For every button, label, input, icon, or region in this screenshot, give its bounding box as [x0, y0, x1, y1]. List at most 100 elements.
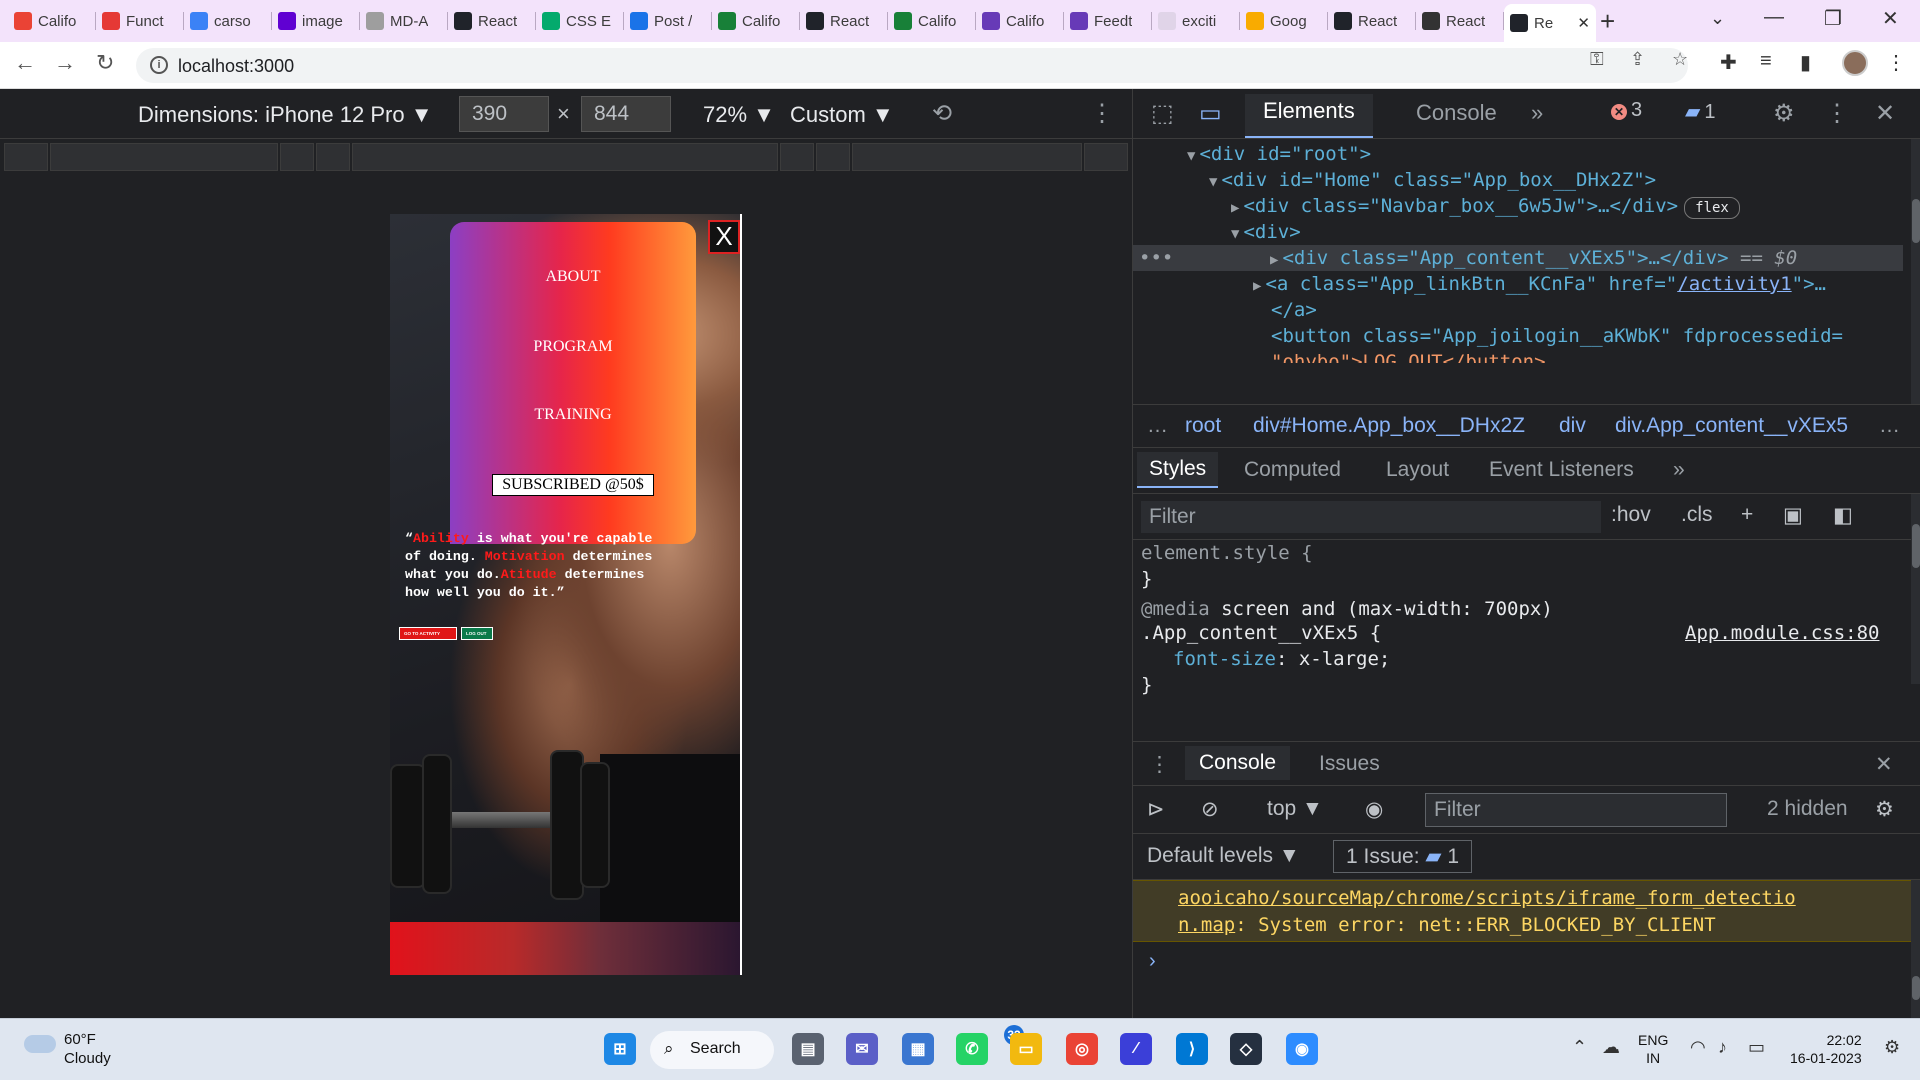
browser-tab[interactable]: Post / — [624, 4, 712, 38]
menu-item-training[interactable]: TRAINING — [450, 406, 696, 424]
bookmark-star-icon[interactable]: ☆ — [1672, 49, 1688, 70]
context-select[interactable]: top ▼ — [1267, 797, 1323, 821]
rule-selector[interactable]: .App_content__vXEx5 { — [1141, 622, 1381, 644]
device-more-icon[interactable]: ⋮ — [1090, 99, 1114, 128]
throttling-select[interactable]: Custom ▼ — [790, 102, 894, 128]
styles-scrollbar[interactable] — [1911, 494, 1920, 684]
scroll-thumb[interactable] — [1912, 976, 1920, 1000]
media-query-segment[interactable] — [50, 143, 278, 171]
media-query-segment[interactable] — [352, 143, 778, 171]
hover-state-toggle[interactable]: :hov — [1611, 503, 1651, 527]
paint-brush-icon[interactable]: ▣ — [1783, 503, 1803, 528]
browser-tab[interactable]: MD-A — [360, 4, 448, 38]
forward-arrow-icon[interactable]: → — [54, 50, 76, 76]
browser-tab[interactable]: React — [1328, 4, 1416, 38]
whatsapp-icon[interactable]: ✆ — [956, 1033, 988, 1065]
media-query-segment[interactable] — [816, 143, 850, 171]
dom-node-link[interactable]: ▶ <a class="App_linkBtn__KCnFa" href="/ac… — [1253, 271, 1826, 297]
key-icon[interactable]: ⚿ — [1590, 49, 1604, 70]
system-clock[interactable]: 22:02 16-01-2023 — [1790, 1031, 1862, 1067]
dom-node-div[interactable]: ▼ <div> — [1231, 219, 1301, 245]
file-explorer-icon[interactable]: ▭ — [1010, 1033, 1042, 1065]
expand-triangle-icon[interactable]: ▼ — [1187, 148, 1195, 164]
node-actions-icon[interactable]: ••• — [1139, 245, 1173, 271]
breadcrumb-item[interactable]: div — [1559, 414, 1586, 438]
live-expression-eye-icon[interactable]: ◉ — [1365, 797, 1383, 822]
css-property[interactable]: font-size — [1173, 648, 1276, 670]
collapse-triangle-icon[interactable]: ▶ — [1270, 252, 1278, 268]
css-declaration[interactable]: font-size: x-large; — [1173, 648, 1390, 670]
menu-close-button[interactable]: X — [708, 220, 740, 254]
tab-event-listeners[interactable]: Event Listeners — [1489, 458, 1634, 482]
tab-styles[interactable]: Styles — [1137, 452, 1219, 488]
browser-tab[interactable]: CSS E — [536, 4, 624, 38]
onedrive-cloud-icon[interactable]: ☁ — [1602, 1037, 1620, 1058]
browser-tab[interactable]: exciti — [1152, 4, 1240, 38]
dom-scrollbar[interactable] — [1911, 139, 1920, 404]
console-prompt[interactable]: › — [1149, 950, 1156, 973]
task-view-icon[interactable]: ▤ — [792, 1033, 824, 1065]
breadcrumb-item[interactable]: root — [1185, 414, 1221, 438]
styles-filter-input[interactable]: Filter — [1141, 501, 1601, 533]
browser-tab[interactable]: Funct — [96, 4, 184, 38]
vscode-icon[interactable]: ⟩ — [1176, 1033, 1208, 1065]
wifi-icon[interactable]: ◠ — [1690, 1037, 1706, 1058]
css-value[interactable]: x-large; — [1299, 648, 1391, 670]
dom-node-home[interactable]: ▼ <div id="Home" class="App_box__DHx2Z"> — [1209, 167, 1656, 193]
console-scrollbar[interactable] — [1911, 880, 1920, 1019]
site-info-icon[interactable]: i — [150, 56, 168, 74]
drawer-tab-console[interactable]: Console — [1185, 746, 1291, 780]
side-panel-icon[interactable]: ▮ — [1800, 50, 1811, 75]
new-tab-button[interactable]: + — [1600, 6, 1615, 37]
breadcrumb-overflow[interactable]: … — [1147, 414, 1168, 438]
subscribe-button[interactable]: SUBSCRIBED @50$ — [492, 474, 654, 496]
media-query-segment[interactable] — [780, 143, 814, 171]
media-query-segment[interactable] — [316, 143, 350, 171]
drawer-tab-issues[interactable]: Issues — [1319, 752, 1380, 776]
device-toggle-icon[interactable]: ▭ — [1199, 99, 1222, 128]
browser-tab[interactable]: Califo — [8, 4, 96, 38]
windows-start-icon[interactable]: ⊞ — [604, 1033, 636, 1065]
dom-node-root[interactable]: ▼ <div id="root"> — [1187, 141, 1371, 167]
browser-tab[interactable]: Goog — [1240, 4, 1328, 38]
collapse-triangle-icon[interactable]: ▶ — [1231, 200, 1239, 216]
app-icon[interactable]: ◇ — [1230, 1033, 1262, 1065]
share-icon[interactable]: ⇪ — [1630, 49, 1645, 70]
zoom-icon[interactable]: ◉ — [1286, 1033, 1318, 1065]
issues-button[interactable]: 1 Issue: ▰ 1 — [1333, 840, 1473, 873]
profile-avatar[interactable] — [1842, 50, 1868, 76]
chrome-icon[interactable]: ◎ — [1066, 1033, 1098, 1065]
rotate-icon[interactable]: ⟲ — [932, 99, 952, 128]
log-levels-select[interactable]: Default levels ▼ — [1147, 844, 1300, 868]
error-source-link[interactable]: aooicaho/sourceMap/chrome/scripts/iframe… — [1178, 887, 1796, 909]
input-language[interactable]: ENG IN — [1638, 1031, 1668, 1067]
tab-elements[interactable]: Elements — [1245, 94, 1373, 138]
tab-layout[interactable]: Layout — [1386, 458, 1449, 482]
more-style-tabs-chevron[interactable]: » — [1673, 458, 1685, 482]
menu-item-about[interactable]: ABOUT — [450, 268, 696, 286]
media-query-segment[interactable] — [280, 143, 314, 171]
error-count-badge[interactable]: ✕ 3 — [1611, 99, 1642, 122]
devtools-menu-icon[interactable]: ⋮ — [1825, 99, 1849, 128]
collapse-triangle-icon[interactable]: ▶ — [1253, 278, 1261, 294]
volume-icon[interactable]: ♪ — [1718, 1037, 1727, 1058]
teams-chat-icon[interactable]: ✉ — [846, 1033, 878, 1065]
tab-console[interactable]: Console — [1416, 100, 1497, 126]
taskbar-search[interactable]: ⌕ Search — [650, 1031, 774, 1069]
inspect-element-icon[interactable]: ⬚ — [1151, 99, 1174, 128]
more-tabs-chevron[interactable]: » — [1531, 100, 1543, 126]
minimize-button[interactable]: — — [1764, 6, 1784, 29]
device-width-input[interactable]: 390 — [459, 96, 549, 132]
href-link[interactable]: /activity1 — [1677, 273, 1791, 295]
app-icon[interactable]: ⁄ — [1120, 1033, 1152, 1065]
browser-tab[interactable]: Califo — [712, 4, 800, 38]
source-link[interactable]: App.module.css:80 — [1685, 622, 1879, 644]
tab-computed[interactable]: Computed — [1244, 458, 1341, 482]
device-height-input[interactable]: 844 — [581, 96, 671, 132]
media-queue-icon[interactable]: ≡ — [1760, 50, 1772, 73]
media-query-bar[interactable] — [0, 140, 1132, 172]
breadcrumb-item[interactable]: div.App_content__vXEx5 — [1615, 414, 1848, 438]
error-source-link[interactable]: n.map — [1178, 914, 1235, 936]
toggle-sidebar-icon[interactable]: ◧ — [1833, 503, 1853, 528]
breadcrumb-item[interactable]: div#Home.App_box__DHx2Z — [1253, 414, 1525, 438]
